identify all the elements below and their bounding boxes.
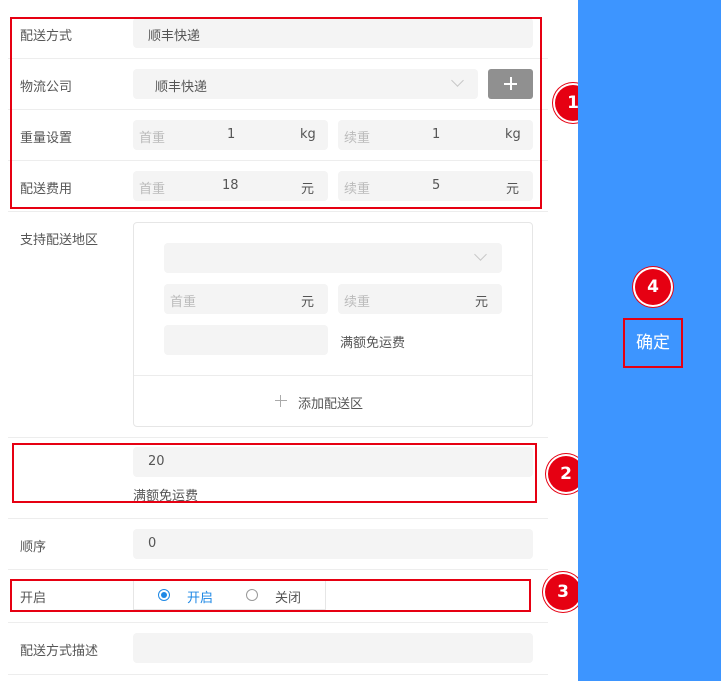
annotation-box-3	[10, 579, 531, 612]
region-first-unit: 元	[301, 295, 315, 310]
region-panel: 首重 元 续重 元 满额免运费 添加配送区	[133, 222, 533, 427]
region-additional-placeholder: 续重	[344, 295, 371, 310]
annotation-box-2	[12, 443, 537, 503]
region-free-shipping-input[interactable]	[164, 325, 328, 355]
region-first-placeholder: 首重	[170, 295, 197, 310]
divider	[8, 674, 548, 675]
divider	[8, 518, 548, 519]
divider	[8, 211, 548, 212]
add-region-button[interactable]: 添加配送区	[274, 388, 424, 414]
divider	[8, 622, 548, 623]
annotation-box-1	[10, 17, 542, 209]
region-first-fee-input[interactable]: 首重 元	[164, 284, 328, 314]
plus-icon	[275, 395, 287, 407]
annotation-badge-4: 4	[635, 269, 671, 305]
region-free-shipping-label: 满额免运费	[340, 336, 406, 351]
divider	[8, 437, 548, 438]
region-select[interactable]	[164, 243, 502, 273]
description-label: 配送方式描述	[20, 644, 99, 659]
order-label: 顺序	[20, 540, 47, 555]
description-input[interactable]	[133, 633, 533, 663]
confirm-button[interactable]: 确定	[623, 318, 683, 368]
chevron-down-icon	[474, 248, 487, 261]
divider	[8, 569, 548, 570]
annotation-badge-3: 3	[545, 574, 581, 610]
add-region-label: 添加配送区	[298, 397, 364, 412]
supported-regions-label: 支持配送地区	[20, 233, 99, 248]
region-additional-fee-input[interactable]: 续重 元	[338, 284, 502, 314]
order-input[interactable]: 0	[133, 529, 533, 559]
divider	[134, 375, 532, 376]
region-additional-unit: 元	[475, 295, 489, 310]
order-value: 0	[148, 536, 157, 551]
